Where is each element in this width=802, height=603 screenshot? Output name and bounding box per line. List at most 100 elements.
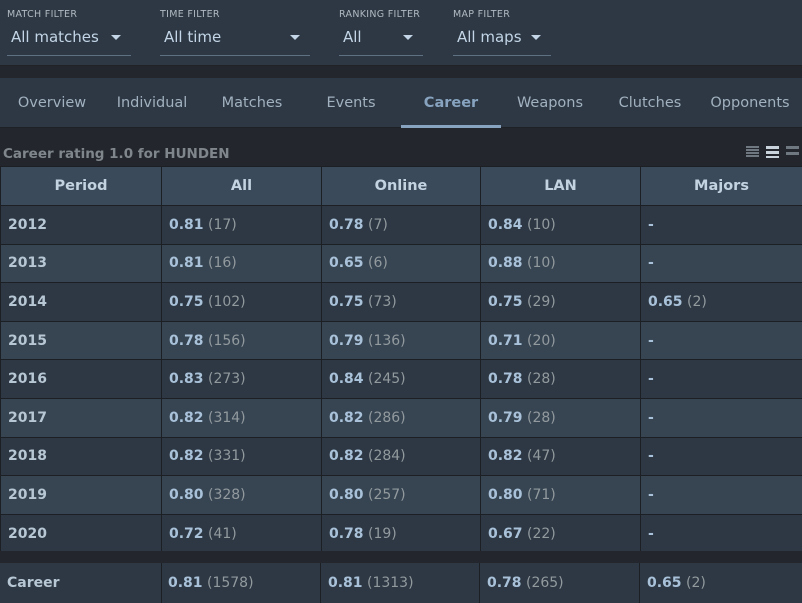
career-majors-rating: 0.65 bbox=[647, 575, 682, 591]
lan-rating: 0.71 bbox=[488, 332, 523, 349]
majors-cell: - bbox=[640, 205, 802, 245]
column-header-period[interactable]: Period bbox=[0, 166, 162, 206]
online-maps: (284) bbox=[368, 448, 406, 465]
all-rating: 0.80 bbox=[169, 486, 204, 503]
career-majors-cell: 0.65 (2) bbox=[640, 563, 802, 603]
table-row: 2017 0.82 (314) 0.82 (286) 0.79 (28) - bbox=[0, 397, 802, 438]
table-row: 2015 0.78 (156) 0.79 (136) 0.71 (20) - bbox=[0, 320, 802, 361]
ranking-filter: RANKING FILTER All bbox=[339, 0, 423, 58]
career-online-maps: (1313) bbox=[367, 575, 414, 591]
all-rating: 0.78 bbox=[169, 332, 204, 349]
online-maps: (245) bbox=[368, 371, 406, 388]
online-rating: 0.75 bbox=[329, 293, 364, 310]
online-maps: (286) bbox=[368, 409, 406, 426]
column-header-majors[interactable]: Majors bbox=[640, 166, 802, 206]
period-cell: 2016 bbox=[0, 359, 162, 399]
match-filter-select[interactable]: All matches bbox=[7, 26, 131, 56]
online-cell: 0.65 (6) bbox=[321, 243, 481, 284]
lan-maps: (20) bbox=[527, 332, 556, 349]
career-all-maps: (1578) bbox=[207, 575, 254, 591]
lan-cell: 0.80 (71) bbox=[480, 475, 641, 515]
list-large-icon[interactable] bbox=[786, 145, 799, 158]
online-maps: (73) bbox=[368, 293, 397, 310]
tab-overview[interactable]: Overview bbox=[2, 78, 102, 128]
list-medium-icon[interactable] bbox=[766, 145, 779, 158]
tab-opponents[interactable]: Opponents bbox=[700, 78, 800, 128]
majors-rating: - bbox=[648, 255, 654, 272]
all-maps: (156) bbox=[208, 332, 246, 349]
column-header-all[interactable]: All bbox=[161, 166, 322, 206]
online-rating: 0.82 bbox=[329, 448, 364, 465]
majors-rating: - bbox=[648, 486, 654, 503]
table-row: 2018 0.82 (331) 0.82 (284) 0.82 (47) - bbox=[0, 436, 802, 477]
online-maps: (257) bbox=[368, 486, 406, 503]
all-maps: (314) bbox=[208, 409, 246, 426]
ranking-filter-select[interactable]: All bbox=[339, 26, 423, 56]
lan-maps: (10) bbox=[527, 255, 556, 272]
tab-matches[interactable]: Matches bbox=[202, 78, 302, 128]
time-filter-label: TIME FILTER bbox=[160, 9, 220, 20]
online-cell: 0.78 (7) bbox=[321, 205, 481, 245]
table-row: 2012 0.81 (17) 0.78 (7) 0.84 (10) - bbox=[0, 205, 802, 245]
lan-rating: 0.84 bbox=[488, 216, 523, 233]
online-rating: 0.79 bbox=[329, 332, 364, 349]
lan-cell: 0.79 (28) bbox=[480, 397, 641, 438]
tab-label: Matches bbox=[221, 95, 283, 111]
career-lan-cell: 0.78 (265) bbox=[480, 563, 640, 603]
tab-career[interactable]: Career bbox=[401, 78, 501, 128]
column-header-lan[interactable]: LAN bbox=[480, 166, 641, 206]
table-row: 2013 0.81 (16) 0.65 (6) 0.88 (10) - bbox=[0, 243, 802, 284]
online-rating: 0.80 bbox=[329, 486, 364, 503]
tab-weapons[interactable]: Weapons bbox=[500, 78, 600, 128]
view-toggle bbox=[746, 145, 802, 159]
tab-label: Opponents bbox=[710, 95, 790, 111]
period-cell: 2018 bbox=[0, 436, 162, 477]
lan-cell: 0.71 (20) bbox=[480, 320, 641, 361]
majors-cell: - bbox=[640, 397, 802, 438]
lan-maps: (22) bbox=[527, 525, 556, 542]
all-cell: 0.81 (17) bbox=[161, 205, 322, 245]
tab-clutches[interactable]: Clutches bbox=[600, 78, 700, 128]
majors-rating: - bbox=[648, 332, 654, 349]
column-header-online[interactable]: Online bbox=[321, 166, 481, 206]
match-filter-value: All matches bbox=[11, 28, 99, 46]
chevron-down-icon bbox=[403, 35, 413, 40]
all-maps: (328) bbox=[208, 486, 246, 503]
career-table: Period All Online LAN Majors 2012 0.81 (1… bbox=[0, 166, 802, 554]
active-tab-indicator bbox=[401, 125, 501, 128]
all-cell: 0.80 (328) bbox=[161, 475, 322, 515]
all-maps: (16) bbox=[208, 255, 237, 272]
lan-cell: 0.84 (10) bbox=[480, 205, 641, 245]
all-maps: (17) bbox=[208, 216, 237, 233]
tab-label: Career bbox=[423, 95, 479, 111]
lan-cell: 0.75 (29) bbox=[480, 282, 641, 322]
period-cell: 2013 bbox=[0, 243, 162, 284]
lan-cell: 0.67 (22) bbox=[480, 513, 641, 554]
online-cell: 0.84 (245) bbox=[321, 359, 481, 399]
map-filter: MAP FILTER All maps bbox=[453, 0, 551, 58]
tab-individual[interactable]: Individual bbox=[102, 78, 202, 128]
lan-cell: 0.82 (47) bbox=[480, 436, 641, 477]
map-filter-select[interactable]: All maps bbox=[453, 26, 551, 56]
career-all-rating: 0.81 bbox=[168, 575, 203, 591]
career-online-rating: 0.81 bbox=[328, 575, 363, 591]
lan-rating: 0.88 bbox=[488, 255, 523, 272]
list-compact-icon[interactable] bbox=[746, 145, 759, 158]
table-row: 2019 0.80 (328) 0.80 (257) 0.80 (71) - bbox=[0, 475, 802, 515]
lan-cell: 0.78 (28) bbox=[480, 359, 641, 399]
all-cell: 0.82 (331) bbox=[161, 436, 322, 477]
time-filter: TIME FILTER All time bbox=[160, 0, 310, 58]
period-cell: 2015 bbox=[0, 320, 162, 361]
tab-bar: Overview Individual Matches Events Caree… bbox=[0, 78, 802, 128]
table-header-row: Period All Online LAN Majors bbox=[0, 166, 802, 206]
period-cell: 2017 bbox=[0, 397, 162, 438]
time-filter-select[interactable]: All time bbox=[160, 26, 310, 56]
match-filter: MATCH FILTER All matches bbox=[7, 0, 131, 58]
period-cell: 2012 bbox=[0, 205, 162, 245]
online-rating: 0.78 bbox=[329, 525, 364, 542]
tab-label: Weapons bbox=[516, 95, 584, 111]
tab-label: Clutches bbox=[618, 95, 682, 111]
all-maps: (102) bbox=[208, 293, 246, 310]
tab-events[interactable]: Events bbox=[301, 78, 401, 128]
online-rating: 0.84 bbox=[329, 371, 364, 388]
